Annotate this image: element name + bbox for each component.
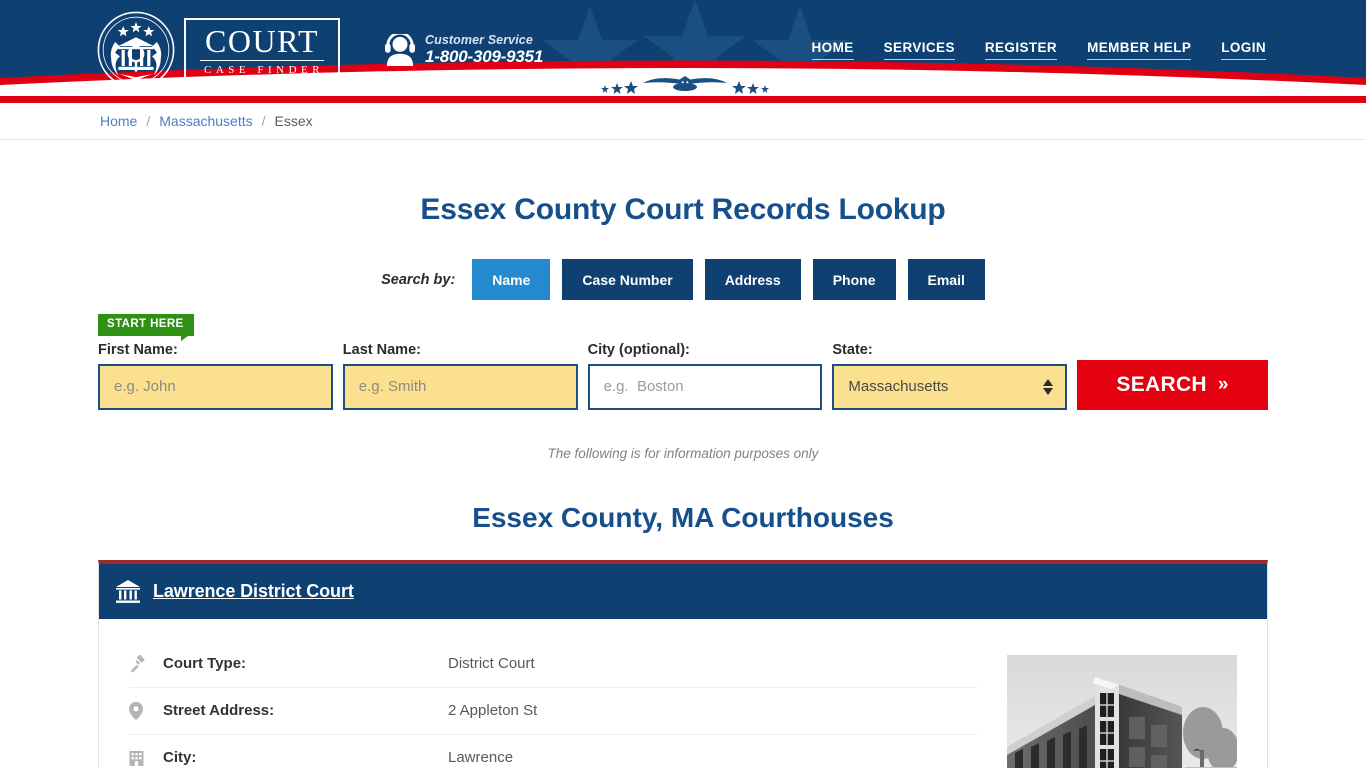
tab-phone[interactable]: Phone [812,259,896,300]
court-photo-container [1007,641,1237,768]
court-card-body: Court Type: District Court Street Addres… [99,619,1267,768]
info-note: The following is for information purpose… [547,445,819,461]
first-name-field-group: First Name: [98,342,333,410]
detail-value: District Court [448,655,535,673]
customer-service: Customer Service 1-800-309-9351 [385,33,543,67]
breadcrumb-separator: / [261,113,266,129]
logo-wordmark: COURT CASE FINDER [184,18,341,82]
city-input[interactable] [587,363,823,410]
detail-key: City: [163,749,197,767]
search-button-label: SEARCH [1116,372,1207,396]
nav-item-home[interactable]: HOME [811,40,854,60]
first-name-input[interactable] [98,363,333,410]
detail-value: 2 Appleton St [448,702,538,720]
breadcrumb-item-massachusetts[interactable]: Massachusetts [159,113,252,129]
main-navigation[interactable]: HOME SERVICES REGISTER MEMBER HELP LOGIN [811,40,1266,60]
double-chevron-right-icon: » [1217,373,1229,395]
main-content: Essex County Court Records Lookup Search… [0,193,1366,768]
breadcrumb-item-home[interactable]: Home [100,113,137,129]
breadcrumb-item-essex: Essex [274,113,313,129]
header-red-rule [0,96,1366,103]
search-by-label: Search by: [381,271,456,288]
search-fields-row: First Name: Last Name: City (optional): … [98,341,1269,410]
state-label: State: [832,341,873,358]
tab-email[interactable]: Email [907,259,985,300]
breadcrumb-separator: / [146,113,151,129]
site-header: COURT CASE FINDER Customer Service 1-800… [0,0,1366,96]
map-pin-icon [129,701,163,720]
start-here-badge: START HERE [98,314,194,341]
customer-service-phone[interactable]: 1-800-309-9351 [425,47,543,67]
state-select[interactable]: Massachusetts [832,363,1068,410]
city-field-group: City (optional): [587,341,823,410]
customer-service-label: Customer Service [425,33,533,47]
eagle-icon [601,76,769,94]
headset-icon [385,33,415,66]
court-card: Lawrence District Court Court Type: Dist… [98,559,1268,768]
last-name-input[interactable] [342,363,578,410]
tab-address[interactable]: Address [704,259,801,300]
first-name-label: First Name: [98,341,178,358]
search-form: START HERE First Name: Last Name: City (… [98,314,1269,410]
nav-item-member-help[interactable]: MEMBER HELP [1087,40,1192,60]
building-icon [129,749,163,767]
site-logo[interactable]: COURT CASE FINDER [96,10,341,90]
nav-item-login[interactable]: LOGIN [1221,40,1266,60]
last-name-label: Last Name: [342,341,421,358]
detail-value: Lawrence [448,749,514,767]
tab-case-number[interactable]: Case Number [562,259,693,300]
page-title: Essex County Court Records Lookup [420,193,946,226]
court-details-list: Court Type: District Court Street Addres… [129,641,977,768]
table-row: Street Address: 2 Appleton St [129,688,977,735]
tab-name[interactable]: Name [472,259,551,300]
city-label: City (optional): [587,341,690,358]
court-name-link[interactable]: Lawrence District Court [153,581,354,602]
bank-icon [116,580,140,604]
court-card-header: Lawrence District Court [99,563,1267,619]
court-seal-icon [97,11,175,89]
nav-item-services[interactable]: SERVICES [883,40,955,60]
logo-sub-text: CASE FINDER [204,64,325,76]
logo-main-text: COURT [200,25,325,61]
search-button[interactable]: SEARCH » [1077,359,1269,410]
table-row: City: Lawrence [129,735,977,768]
nav-item-register[interactable]: REGISTER [984,40,1058,60]
gavel-icon [129,654,163,673]
detail-key: Court Type: [163,655,247,673]
breadcrumb: Home / Massachusetts / Essex [0,103,1366,140]
state-field-group: State: Massachusetts [832,341,1068,410]
table-row: Court Type: District Court [129,641,977,688]
section-title: Essex County, MA Courthouses [472,501,894,533]
last-name-field-group: Last Name: [342,341,578,410]
detail-key: Street Address: [163,702,275,720]
lawrence-district-court-photo [1007,654,1237,768]
search-by-tabs: Search by: Name Case Number Address Phon… [0,259,1366,300]
